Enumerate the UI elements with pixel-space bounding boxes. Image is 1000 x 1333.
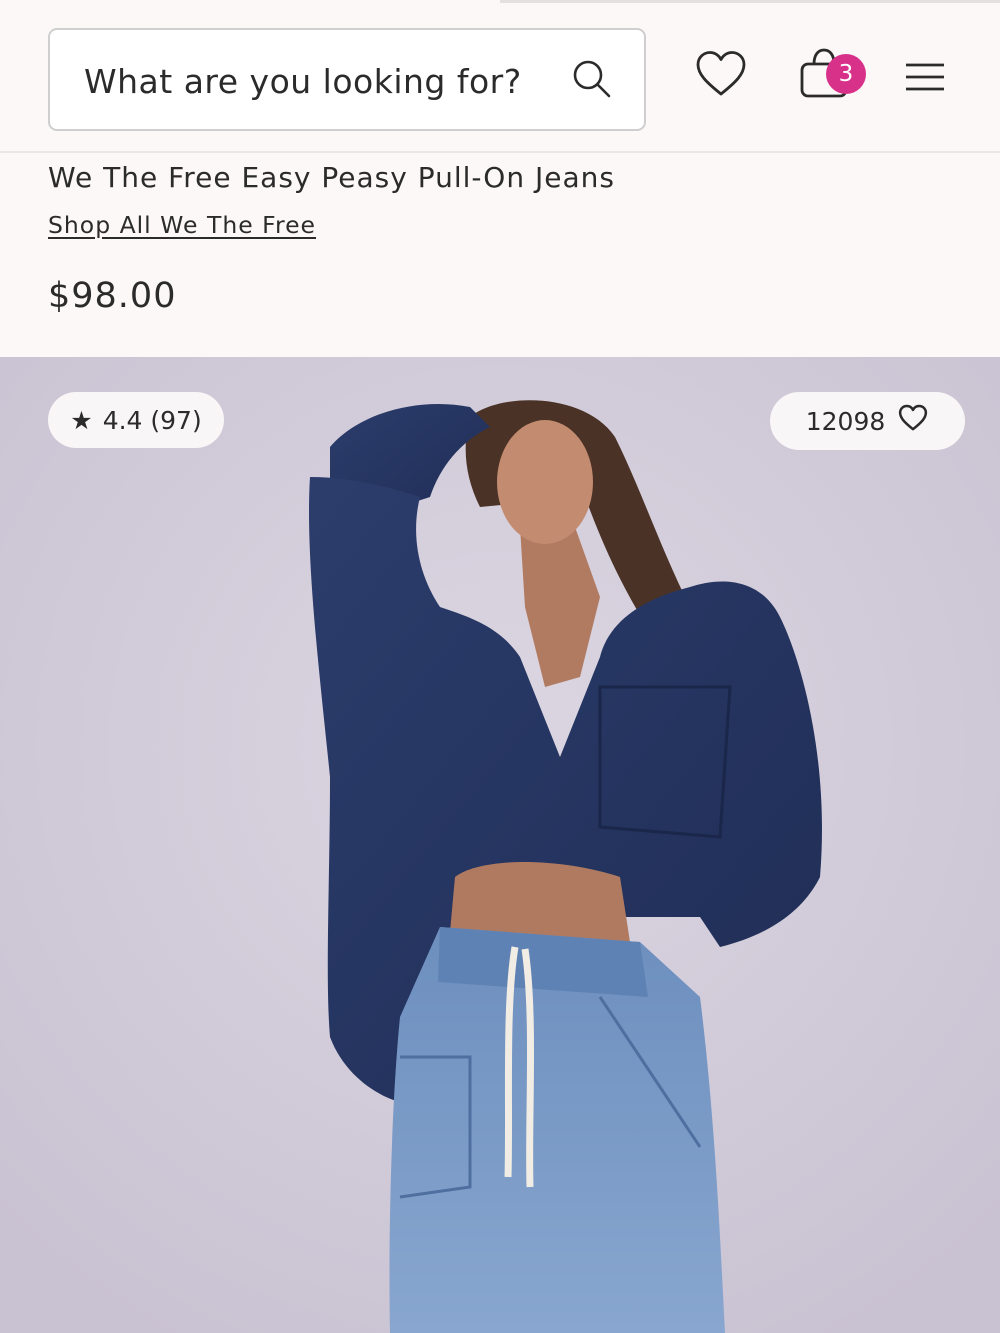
- menu-button[interactable]: [904, 60, 946, 94]
- product-photo: [0, 357, 1000, 1333]
- star-icon: ★: [70, 405, 93, 435]
- shop-brand-link[interactable]: Shop All We The Free: [48, 211, 316, 239]
- hamburger-menu-icon: [904, 63, 946, 98]
- rating-text: 4.4 (97): [102, 405, 202, 435]
- shopping-bag-button[interactable]: 3: [798, 46, 868, 102]
- heart-icon: [694, 51, 748, 103]
- favorite-count-button[interactable]: 12098: [770, 392, 965, 450]
- search-input[interactable]: [84, 56, 554, 106]
- search-bar[interactable]: [48, 28, 646, 131]
- product-image-gallery[interactable]: ★ 4.4 (97) 12098: [0, 357, 1000, 1333]
- product-title: We The Free Easy Peasy Pull-On Jeans: [48, 161, 615, 194]
- favorite-count: 12098: [805, 406, 886, 436]
- search-icon[interactable]: [570, 57, 614, 101]
- site-header: 3: [0, 0, 1000, 153]
- rating-badge[interactable]: ★ 4.4 (97): [48, 392, 224, 448]
- heart-icon: [885, 404, 929, 438]
- cart-count-badge: 3: [826, 54, 866, 94]
- product-info: We The Free Easy Peasy Pull-On Jeans Sho…: [0, 153, 1000, 357]
- wishlist-button[interactable]: [694, 49, 748, 99]
- product-price: $98.00: [48, 276, 177, 316]
